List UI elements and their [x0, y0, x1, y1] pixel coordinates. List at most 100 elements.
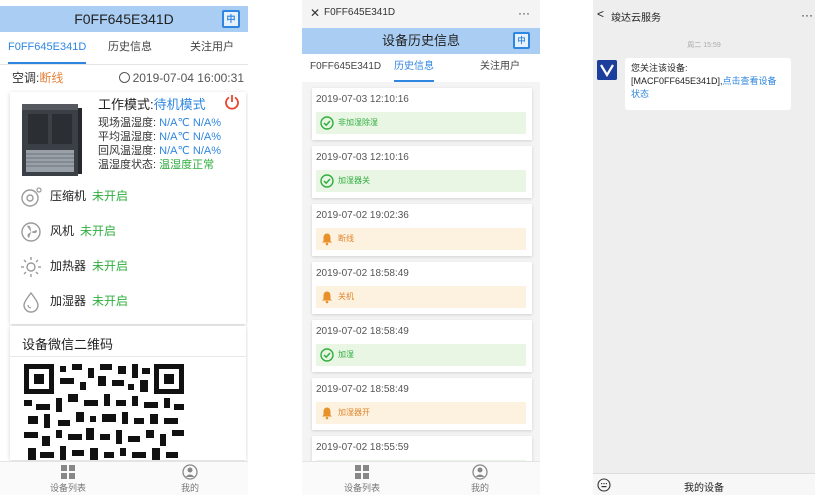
ac-unit-image — [22, 104, 82, 176]
ac-status-label: 空调: — [12, 71, 40, 85]
nav-mine[interactable]: 我的 — [450, 464, 510, 494]
nav-label: 设备列表 — [343, 483, 380, 493]
history-entry: 2019-07-03 12:10:16 加湿器关 — [312, 146, 532, 198]
history-time: 2019-07-02 18:58:49 — [316, 384, 409, 395]
history-event: 加湿 — [316, 344, 526, 366]
tab-device-id[interactable]: F0FF645E341D — [310, 54, 381, 82]
device-title: F0FF645E341D — [74, 11, 174, 27]
history-event: 断线 — [316, 228, 526, 250]
compressor-label: 压缩机 — [50, 189, 87, 204]
humidity-status: 温湿度状态: 温湿度正常 — [98, 156, 214, 172]
compressor-status: 未开启 — [92, 189, 129, 204]
humidity-status-value: 温湿度正常 — [159, 159, 215, 171]
check-circle-icon — [320, 174, 334, 188]
update-time: 2019-07-04 16:00:31 — [118, 65, 244, 91]
work-mode-value: 待机模式 — [153, 97, 206, 112]
history-event-text: 非加湿除湿 — [338, 118, 378, 127]
message-date: 周二 15:59 — [687, 42, 721, 49]
history-event-text: 加湿器开 — [338, 408, 370, 417]
my-devices-menu[interactable]: 我的设备 — [593, 479, 815, 494]
history-screen: ✕ F0FF645E341D ··· 设备历史信息 中 F0FF645E341D… — [302, 0, 540, 495]
chat-bottom-bar: 我的设备 — [593, 473, 815, 495]
device-status-screen: F0FF645E341D 中 F0FF645E341D 历史信息 关注用户 空调… — [0, 0, 248, 495]
device-status-card: 工作模式:待机模式 现场温湿度: N/A℃ N/A% 平均温湿度: N/A℃ N… — [10, 92, 246, 324]
history-entry: 2019-07-02 18:58:49 加湿 — [312, 320, 532, 372]
history-event: 关机 — [316, 286, 526, 308]
device-tabs: F0FF645E341D 历史信息 关注用户 — [0, 32, 248, 64]
bell-icon — [322, 407, 332, 420]
history-entry: 2019-07-02 18:58:49 加湿器开 — [312, 378, 532, 430]
history-event-text: 加湿器关 — [338, 176, 370, 185]
history-event: 加湿器关 — [316, 170, 526, 192]
tab-device-id[interactable]: F0FF645E341D — [8, 32, 87, 64]
humidifier-icon — [23, 291, 39, 313]
history-time: 2019-07-02 18:58:49 — [316, 268, 409, 279]
nav-label: 我的 — [180, 483, 199, 493]
wechat-qr-card: 设备微信二维码 — [10, 326, 246, 460]
history-time: 2019-07-02 18:55:59 — [316, 442, 409, 453]
humidifier-status: 未开启 — [92, 294, 129, 309]
history-event-text: 加湿 — [338, 350, 354, 359]
chat-top-bar: < 竣达云服务 ··· — [593, 7, 815, 24]
ac-status: 空调:断线 — [12, 65, 63, 91]
close-icon[interactable]: ✕ — [310, 0, 320, 26]
nav-mine[interactable]: 我的 — [160, 464, 220, 494]
power-icon[interactable] — [224, 94, 240, 110]
mini-program-top-bar: ✕ F0FF645E341D ··· — [302, 0, 540, 26]
history-entry: 2019-07-02 18:58:49 关机 — [312, 262, 532, 314]
tab-followers[interactable]: 关注用户 — [480, 54, 520, 82]
heater-row: 加热器 未开启 — [20, 256, 128, 280]
qr-code-button[interactable]: 中 — [222, 10, 240, 28]
fan-status: 未开启 — [80, 224, 117, 239]
fan-icon — [21, 222, 41, 242]
history-event-text: 断线 — [338, 234, 354, 243]
grid-icon — [61, 465, 75, 479]
clock-icon — [118, 72, 130, 83]
tab-followers[interactable]: 关注用户 — [190, 32, 234, 64]
nav-device-list[interactable]: 设备列表 — [38, 464, 98, 494]
history-time: 2019-07-03 12:10:16 — [316, 152, 409, 163]
qr-code-button[interactable]: 中 — [513, 32, 530, 49]
history-event: 非加湿除湿 — [316, 112, 526, 134]
humidity-status-label: 温湿度状态: — [98, 159, 157, 171]
service-chat-screen: < 竣达云服务 ··· 周二 15:59 您关注该设备: [MACF0FF645… — [593, 0, 815, 495]
nav-label: 设备列表 — [49, 483, 86, 493]
grid-icon — [355, 465, 369, 479]
ac-status-value: 断线 — [39, 71, 64, 85]
humidifier-row: 加湿器 未开启 — [20, 291, 128, 315]
check-circle-icon — [320, 116, 334, 130]
chat-title: 竣达云服务 — [611, 13, 661, 24]
history-header: 设备历史信息 中 — [302, 28, 540, 54]
message-line: 您关注该设备: — [631, 63, 688, 73]
nav-label: 我的 — [470, 483, 489, 493]
heater-label: 加热器 — [50, 259, 87, 274]
history-time: 2019-07-03 12:10:16 — [316, 94, 409, 105]
nav-device-list[interactable]: 设备列表 — [332, 464, 392, 494]
bottom-nav: 设备列表 我的 — [302, 461, 540, 495]
work-mode: 工作模式:待机模式 — [98, 94, 206, 113]
history-event: 加湿器开 — [316, 402, 526, 424]
work-mode-label: 工作模式: — [98, 97, 154, 112]
heater-icon — [21, 257, 41, 277]
message-mac: [MACF0FF645E341D], — [631, 76, 723, 86]
fan-label: 风机 — [50, 224, 75, 239]
update-timestamp: 2019-07-04 16:00:31 — [132, 71, 244, 85]
check-circle-icon — [320, 348, 334, 362]
tab-history[interactable]: 历史信息 — [108, 32, 152, 64]
more-menu-icon[interactable]: ··· — [518, 0, 530, 26]
user-icon — [182, 464, 198, 480]
top-bar-title: F0FF645E341D — [324, 7, 396, 18]
back-icon[interactable]: < — [597, 7, 604, 21]
more-menu-icon[interactable]: ··· — [801, 8, 813, 22]
wechat-qr-code[interactable] — [24, 364, 184, 460]
history-time: 2019-07-02 19:02:36 — [316, 210, 409, 221]
bottom-nav: 设备列表 我的 — [0, 461, 248, 495]
history-tabs: F0FF645E341D 历史信息 关注用户 — [302, 54, 540, 82]
user-icon — [472, 464, 488, 480]
bell-icon — [322, 291, 332, 304]
humidifier-label: 加湿器 — [50, 294, 87, 309]
history-event-text: 关机 — [338, 292, 354, 301]
connection-status-bar: 空调:断线 2019-07-04 16:00:31 — [0, 64, 248, 90]
tab-history[interactable]: 历史信息 — [394, 54, 434, 82]
service-avatar[interactable] — [597, 60, 617, 80]
